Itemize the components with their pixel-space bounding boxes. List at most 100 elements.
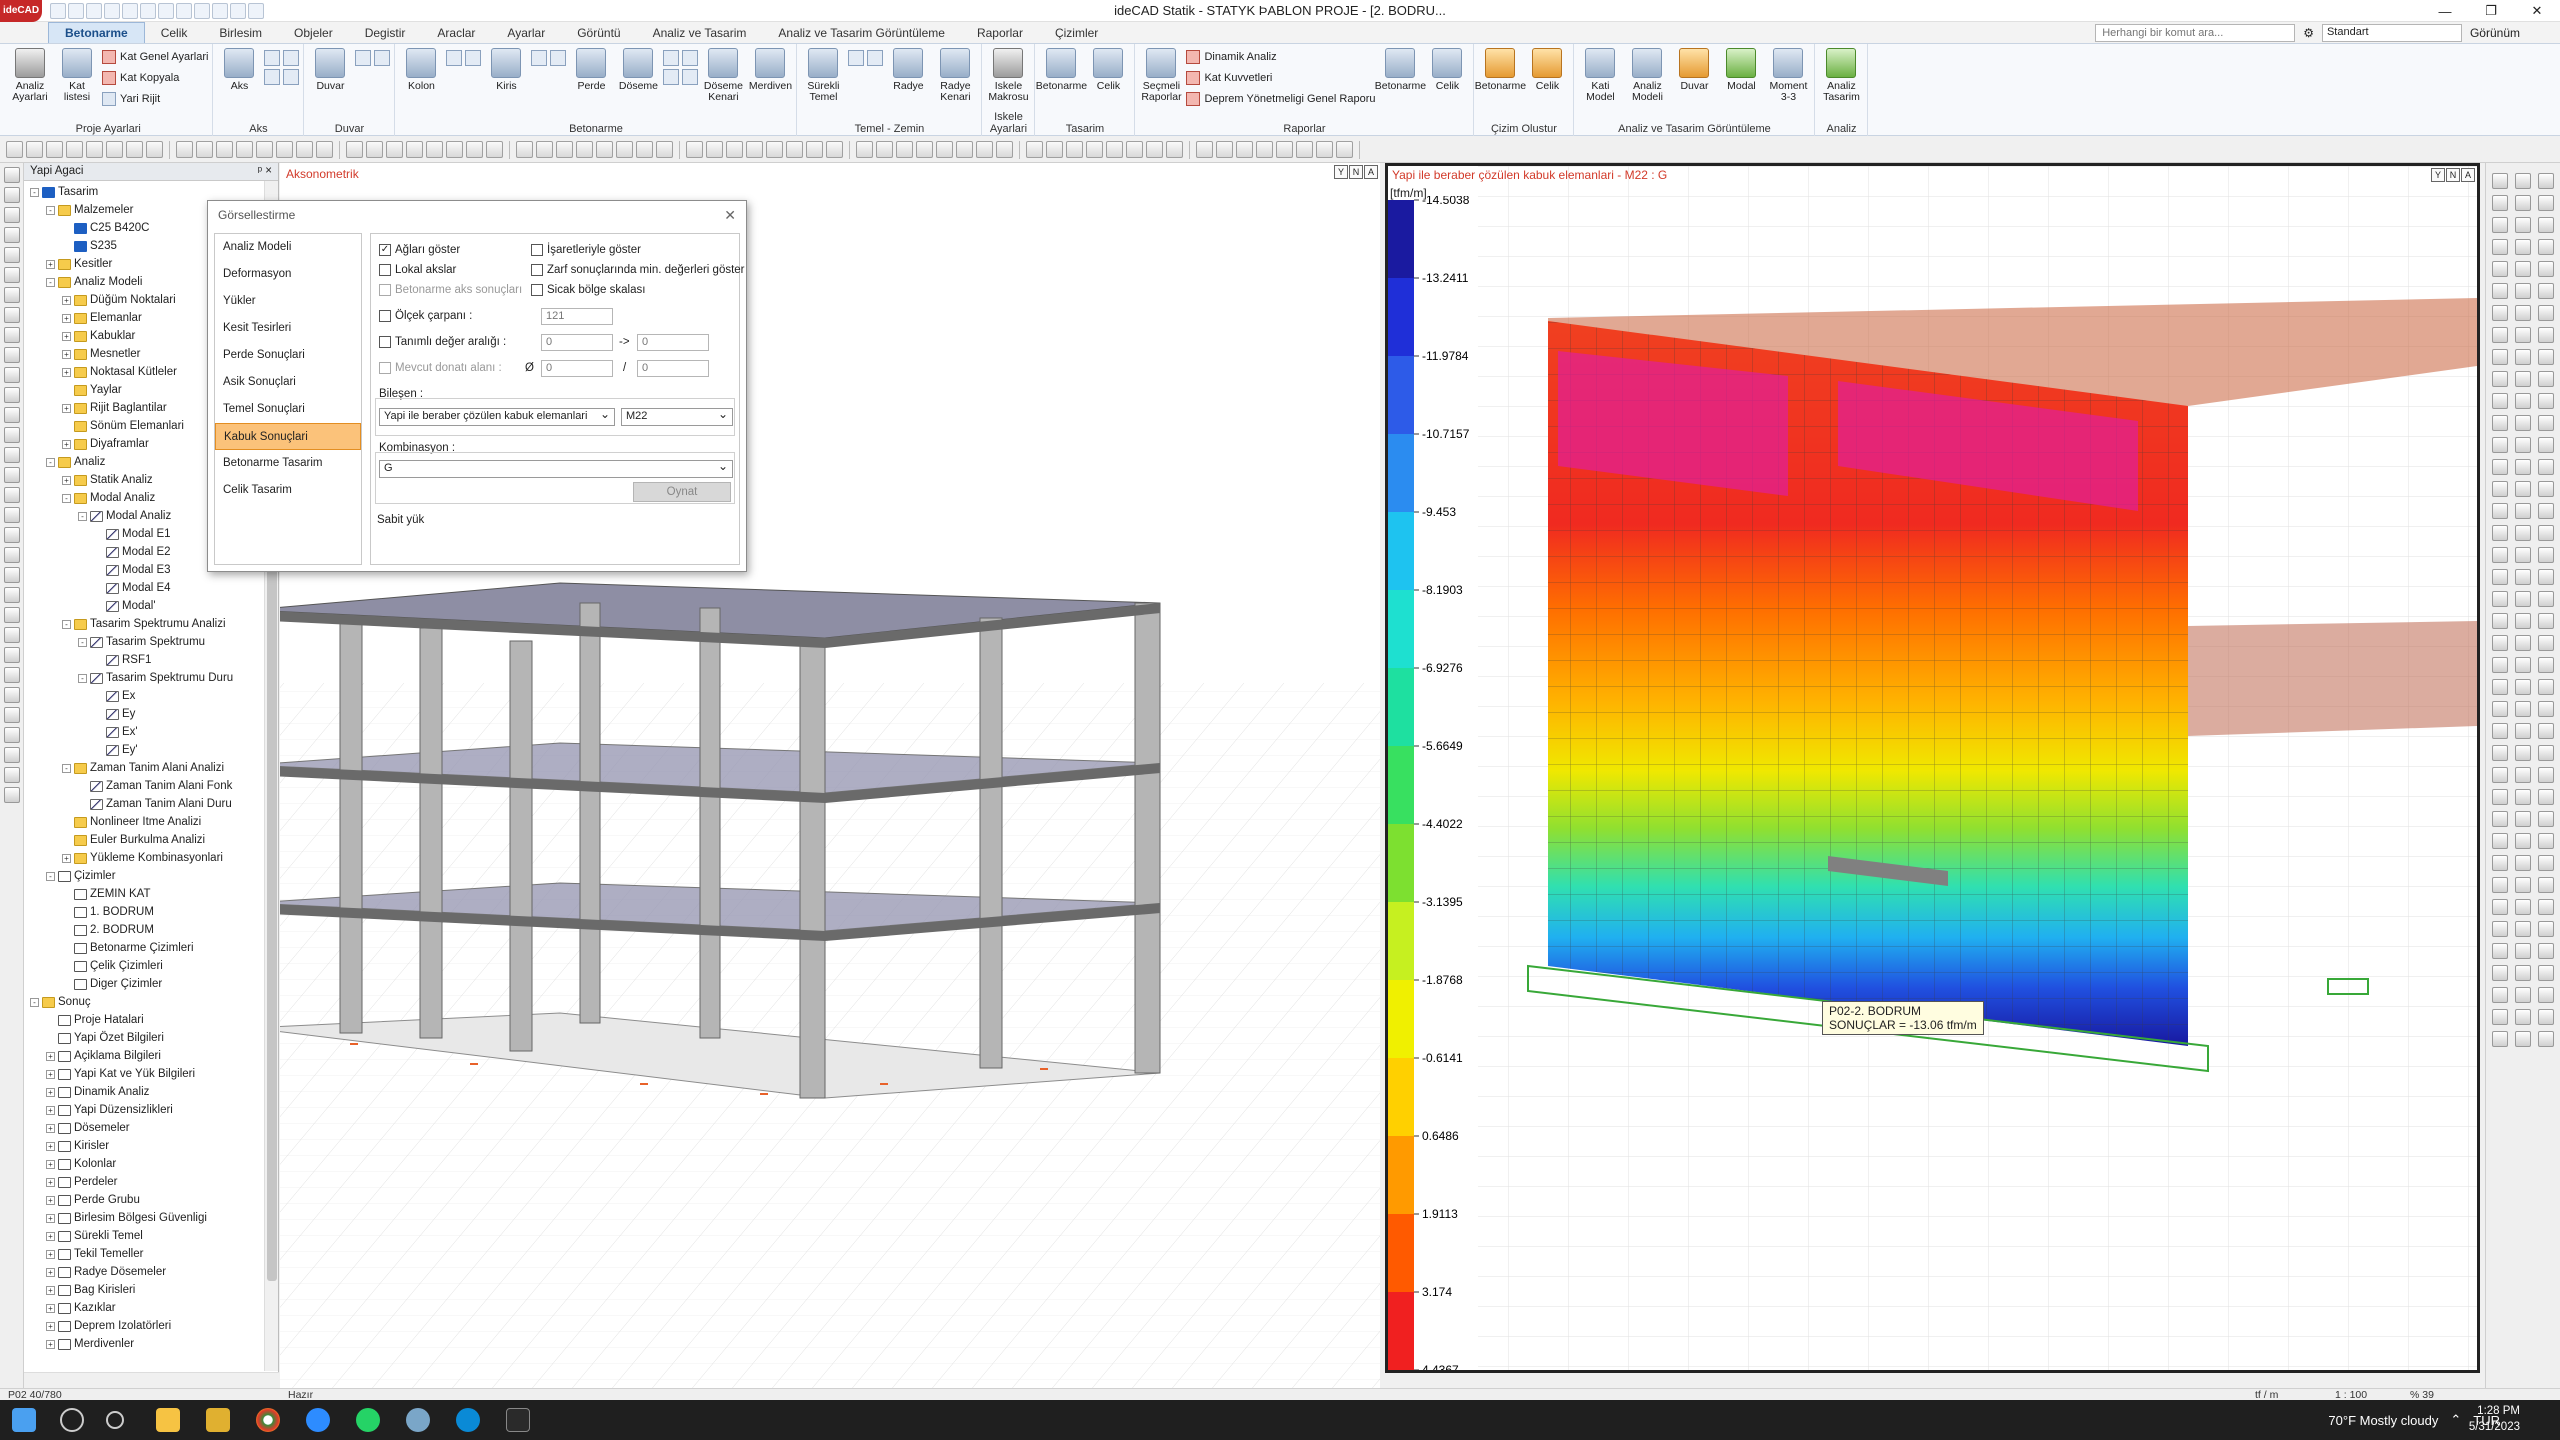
tree-item[interactable]: Betonarme Çizimleri — [62, 939, 194, 957]
expand-icon[interactable]: + — [46, 1051, 55, 1061]
dinamik-analiz-report-button[interactable]: Dinamik Analiz — [1186, 48, 1375, 66]
view-tool-icon[interactable] — [2492, 723, 2508, 739]
tree-item[interactable]: Yapi Özet Bilgileri — [46, 1029, 164, 1047]
tree-item[interactable]: + Sürekli Temel — [46, 1227, 143, 1245]
tree-item[interactable]: + Dinamik Analiz — [46, 1083, 149, 1101]
isaretleriyle-checkbox[interactable]: İşaretleriyle göster — [531, 244, 641, 256]
tree-item[interactable]: - Modal Analiz — [78, 507, 171, 525]
expand-icon[interactable]: + — [46, 1177, 55, 1187]
column-tool-icon[interactable] — [465, 50, 482, 66]
view-tool-icon[interactable] — [2492, 635, 2508, 651]
pointer-icon[interactable] — [176, 2, 192, 19]
view-tool-icon[interactable] — [2538, 789, 2554, 805]
side-tool-icon[interactable] — [3, 607, 20, 623]
rapor-betonarme-button[interactable]: Betonarme — [1375, 48, 1426, 92]
beam-tool-icon[interactable] — [531, 50, 548, 66]
side-tool-icon[interactable] — [3, 727, 20, 743]
tab-betonarme[interactable]: Betonarme — [48, 22, 145, 43]
side-tool-icon[interactable] — [3, 327, 20, 343]
side-tool-icon[interactable] — [3, 347, 20, 363]
view-tool-icon[interactable] — [2515, 789, 2531, 805]
view-tool-icon[interactable] — [2538, 239, 2554, 255]
new-file-icon[interactable] — [68, 2, 84, 19]
view-tool-icon[interactable] — [2492, 459, 2508, 475]
drawing-tool-icon[interactable] — [6, 141, 23, 158]
tab-objeler[interactable]: Objeler — [278, 23, 349, 43]
view-tool-icon[interactable] — [2538, 767, 2554, 783]
app-logo[interactable]: ideCAD — [0, 0, 42, 22]
drawing-tool-icon[interactable] — [706, 141, 723, 158]
expand-icon[interactable]: + — [62, 331, 71, 341]
side-tool-icon[interactable] — [3, 687, 20, 703]
collapse-icon[interactable]: - — [62, 619, 71, 629]
view-tool-icon[interactable] — [2492, 393, 2508, 409]
drawing-tool-icon[interactable] — [1166, 141, 1183, 158]
skype-icon[interactable] — [456, 1408, 480, 1432]
view-tool-icon[interactable] — [2492, 899, 2508, 915]
view-tool-icon[interactable] — [2515, 547, 2531, 563]
view-tool-icon[interactable] — [2492, 173, 2508, 189]
analiz-ayarlari-button[interactable]: Analiz Ayarlari — [8, 48, 52, 103]
view-tool-icon[interactable] — [2538, 877, 2554, 893]
drawing-tool-icon[interactable] — [806, 141, 823, 158]
drawing-tool-icon[interactable] — [996, 141, 1013, 158]
drawing-tool-icon[interactable] — [616, 141, 633, 158]
drawing-tool-icon[interactable] — [976, 141, 993, 158]
tree-item[interactable]: + Deprem Izolatörleri — [46, 1317, 171, 1335]
dialog-nav-item[interactable]: Asik Sonuçlari — [215, 369, 361, 396]
axis-tool-icon[interactable] — [283, 50, 300, 66]
expand-icon[interactable]: + — [46, 1231, 55, 1241]
expand-icon[interactable]: + — [46, 1123, 55, 1133]
print-icon[interactable] — [122, 2, 138, 19]
side-tool-icon[interactable] — [3, 487, 20, 503]
tree-item[interactable]: + Elemanlar — [62, 309, 142, 327]
view-tool-icon[interactable] — [2515, 415, 2531, 431]
side-tool-icon[interactable] — [3, 187, 20, 203]
iskele-makrosu-button[interactable]: Iskele Makrosu — [986, 48, 1030, 103]
view-tool-icon[interactable] — [2538, 305, 2554, 321]
mevcut-donati-checkbox[interactable]: Mevcut donatı alanı : — [379, 362, 502, 374]
tree-item[interactable]: + Yükleme Kombinasyonlari — [62, 849, 223, 867]
side-tool-icon[interactable] — [3, 567, 20, 583]
view-tool-icon[interactable] — [2538, 613, 2554, 629]
expand-icon[interactable]: + — [62, 403, 71, 413]
tree-item[interactable]: + Perde Grubu — [46, 1191, 140, 1209]
tree-item[interactable]: Modal E3 — [94, 561, 171, 579]
dialog-nav-item[interactable]: Kesit Tesirleri — [215, 315, 361, 342]
tree-item[interactable]: Ex — [94, 687, 135, 705]
view-tool-icon[interactable] — [2538, 657, 2554, 673]
drawing-tool-icon[interactable] — [856, 141, 873, 158]
expand-icon[interactable]: + — [62, 313, 71, 323]
drawing-tool-icon[interactable] — [106, 141, 123, 158]
tree-item[interactable]: + Diyaframlar — [62, 435, 149, 453]
command-search-input[interactable] — [2095, 24, 2296, 42]
range-from-input[interactable]: 0 — [541, 334, 613, 351]
expand-icon[interactable]: + — [46, 259, 55, 269]
tab-celik[interactable]: Celik — [145, 23, 204, 43]
view-tool-icon[interactable] — [2492, 657, 2508, 673]
drawing-tool-icon[interactable] — [1196, 141, 1213, 158]
tree-item[interactable]: Euler Burkulma Analizi — [62, 831, 205, 849]
view-tool-icon[interactable] — [2515, 305, 2531, 321]
select-icon[interactable] — [194, 2, 210, 19]
drawing-tool-icon[interactable] — [726, 141, 743, 158]
expand-icon[interactable]: + — [46, 1303, 55, 1313]
yari-rijit-button[interactable]: Yari Rijit — [102, 90, 208, 108]
view-tool-icon[interactable] — [2515, 349, 2531, 365]
view-tool-icon[interactable] — [2538, 503, 2554, 519]
drawing-tool-icon[interactable] — [826, 141, 843, 158]
redo-icon[interactable] — [158, 2, 174, 19]
view-tool-icon[interactable] — [2515, 701, 2531, 717]
drawing-tool-icon[interactable] — [46, 141, 63, 158]
side-tool-icon[interactable] — [3, 207, 20, 223]
view-tool-icon[interactable] — [2538, 899, 2554, 915]
dialog-nav-item[interactable]: Temel Sonuçlari — [215, 396, 361, 423]
aglari-goster-checkbox[interactable]: ✓ Ağları göster — [379, 244, 460, 256]
view-tool-icon[interactable] — [2515, 833, 2531, 849]
shell-results-viewport[interactable]: Yapi ile beraber çözülen kabuk elemanlar… — [1385, 163, 2480, 1373]
tree-item[interactable]: + Kesitler — [46, 255, 112, 273]
drawing-tool-icon[interactable] — [146, 141, 163, 158]
collapse-icon[interactable]: - — [78, 637, 87, 647]
tanimli-aralik-checkbox[interactable]: Tanımlı değer aralığı : — [379, 336, 506, 348]
view-tool-icon[interactable] — [2492, 349, 2508, 365]
